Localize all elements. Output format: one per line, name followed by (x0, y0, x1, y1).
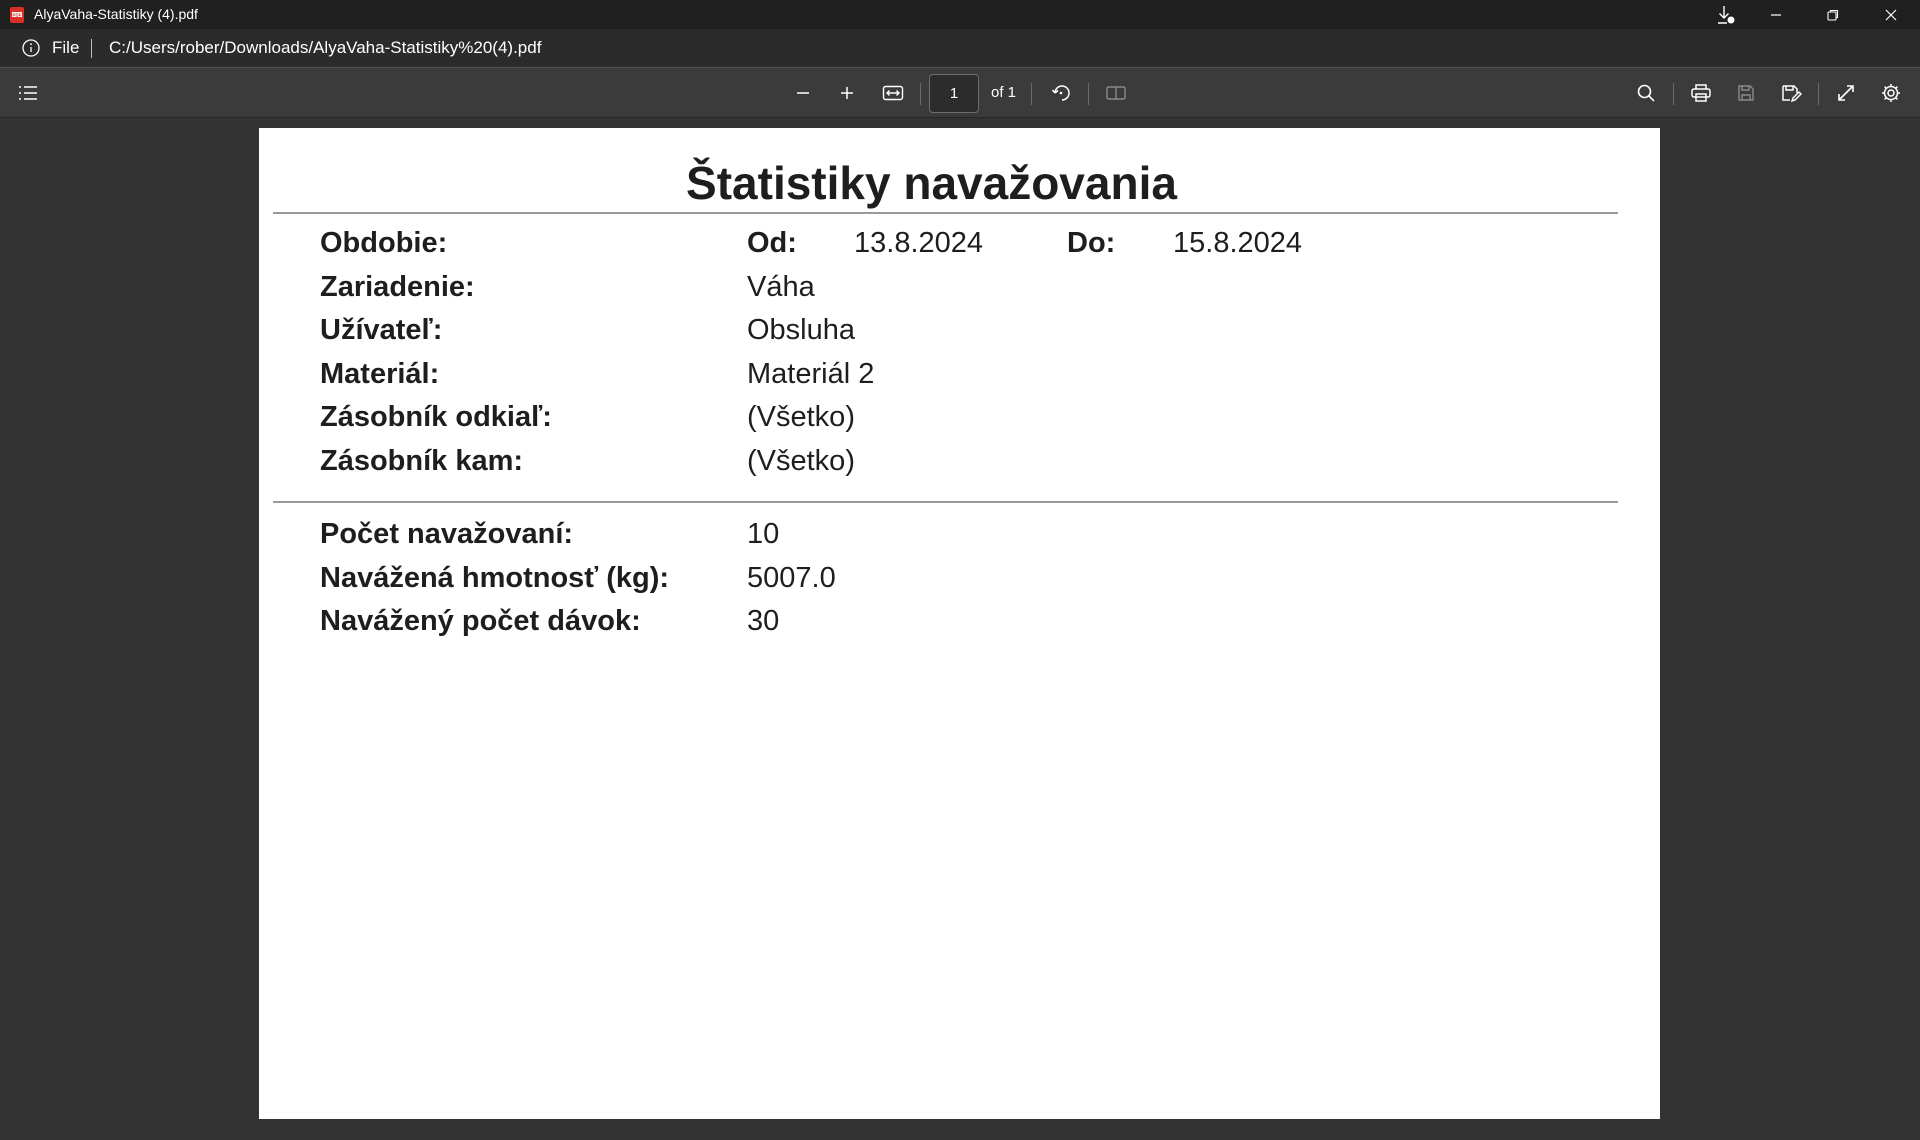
page-count: of 1 (991, 84, 1017, 101)
outline-icon (19, 86, 37, 100)
minimize-button[interactable] (1753, 0, 1799, 29)
filter-value: (Všetko) (747, 401, 855, 433)
header-divider (273, 212, 1618, 214)
minimize-icon (1771, 13, 1781, 16)
stat-label: Navážený počet dávok: (320, 605, 641, 637)
fit-page-button[interactable] (876, 76, 910, 110)
restore-icon (1827, 9, 1839, 21)
save-as-button[interactable] (1774, 76, 1808, 110)
period-from-label: Od: (747, 227, 797, 259)
zoom-in-icon (841, 87, 853, 99)
rotate-button[interactable] (1044, 76, 1078, 110)
fit-page-icon (882, 85, 904, 101)
two-page-button[interactable] (1099, 76, 1133, 110)
toolbar-divider (1088, 83, 1089, 105)
info-icon[interactable] (21, 38, 41, 58)
svg-text:PDF: PDF (13, 12, 22, 17)
address-divider (91, 39, 92, 58)
rotate-icon (1051, 85, 1070, 101)
stat-value: 5007.0 (747, 562, 836, 594)
downloads-icon (1718, 5, 1735, 24)
filter-value: (Všetko) (747, 445, 855, 477)
document-title: Štatistiky navažovania (686, 157, 1177, 209)
downloads-button[interactable] (1703, 0, 1749, 29)
period-from-value: 13.8.2024 (854, 227, 984, 259)
search-button[interactable] (1629, 76, 1663, 110)
save-button[interactable] (1729, 76, 1763, 110)
filter-label: Užívateľ: (320, 314, 443, 346)
section-divider (273, 501, 1618, 503)
title-bar: PDF AlyaVaha-Statistiky (4).pdf (0, 0, 1920, 29)
zoom-in-button[interactable] (830, 76, 864, 110)
toolbar-divider (1031, 83, 1032, 105)
filter-label: Zariadenie: (320, 271, 475, 303)
toolbar-divider (1673, 83, 1674, 105)
pdf-toolbar: 1 of 1 (0, 67, 1920, 118)
filter-label: Materiál: (320, 358, 440, 390)
zoom-out-icon (797, 92, 809, 94)
print-button[interactable] (1684, 76, 1718, 110)
filter-label: Zásobník odkiaľ: (320, 401, 552, 433)
pdf-page: Štatistiky navažovania Obdobie: Od: 13.8… (259, 128, 1660, 1119)
address-scheme: File (52, 38, 80, 57)
address-bar: File C:/Users/rober/Downloads/AlyaVaha-S… (0, 29, 1920, 67)
restore-button[interactable] (1810, 0, 1856, 29)
period-to-label: Do: (1067, 227, 1116, 259)
pdf-file-icon: PDF (10, 7, 24, 23)
filter-value: Materiál 2 (747, 358, 875, 390)
settings-button[interactable] (1874, 76, 1908, 110)
save-icon (1738, 85, 1754, 101)
address-url[interactable]: C:/Users/rober/Downloads/AlyaVaha-Statis… (109, 38, 541, 58)
close-button[interactable] (1868, 0, 1914, 29)
save-as-icon (1782, 85, 1802, 103)
stat-value: 10 (747, 518, 780, 550)
close-icon (1885, 9, 1897, 20)
two-page-icon (1106, 86, 1126, 100)
period-to-value: 15.8.2024 (1173, 227, 1303, 259)
search-icon (1637, 84, 1655, 102)
toolbar-divider (1818, 83, 1819, 105)
stat-label: Počet navažovaní: (320, 518, 574, 550)
outline-button[interactable] (11, 76, 45, 110)
toolbar-divider (920, 83, 921, 105)
stat-label: Navážená hmotnosť (kg): (320, 562, 670, 594)
window-title: AlyaVaha-Statistiky (4).pdf (34, 6, 198, 22)
filter-value: Váha (747, 271, 815, 303)
print-icon (1691, 84, 1711, 102)
period-label: Obdobie: (320, 227, 448, 259)
fullscreen-icon (1838, 85, 1854, 101)
page-number-input[interactable]: 1 (929, 74, 979, 113)
zoom-out-button[interactable] (786, 76, 820, 110)
fullscreen-button[interactable] (1829, 76, 1863, 110)
stat-value: 30 (747, 605, 780, 637)
settings-icon (1882, 84, 1900, 102)
filter-value: Obsluha (747, 314, 856, 346)
filter-label: Zásobník kam: (320, 445, 524, 477)
